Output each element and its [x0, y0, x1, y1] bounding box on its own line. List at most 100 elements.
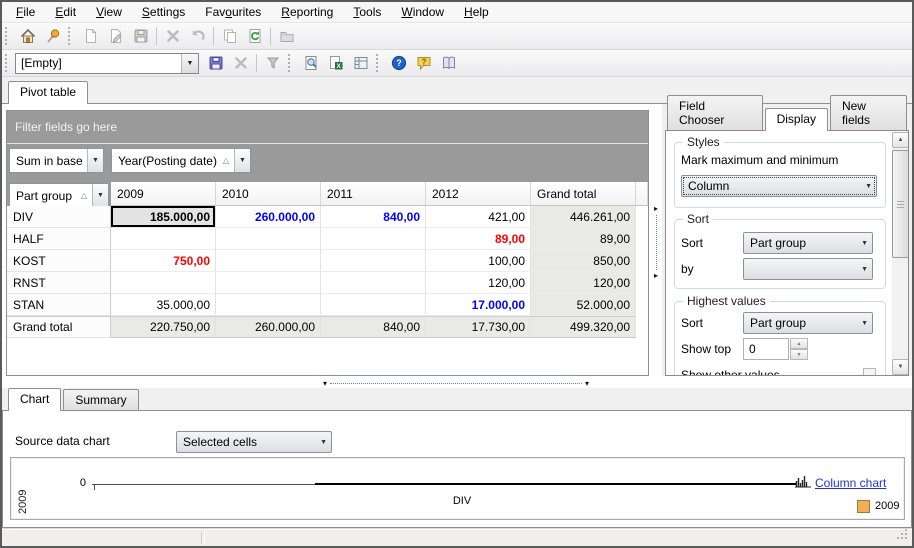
resize-grip[interactable] — [897, 529, 908, 543]
pivot-cell[interactable]: 750,00 — [111, 250, 216, 272]
copy-button[interactable] — [218, 25, 241, 48]
chevron-down-icon[interactable]: ▼ — [181, 53, 198, 73]
row-header-stan[interactable]: STAN — [7, 294, 111, 316]
pivot-cell[interactable]: 260.000,00 — [216, 206, 321, 228]
pivot-cell[interactable]: 52.000,00 — [531, 294, 636, 316]
spinner-down-icon[interactable]: ▼ — [790, 349, 808, 360]
vertical-splitter[interactable]: ▸ ▸ — [651, 205, 661, 280]
tab-summary[interactable]: Summary — [63, 389, 139, 410]
delete-layout-button[interactable] — [229, 52, 252, 75]
row-header-half[interactable]: HALF — [7, 228, 111, 250]
menu-item-file[interactable]: File — [6, 5, 45, 19]
chevron-down-icon[interactable]: ▼ — [87, 149, 103, 172]
export-excel-button[interactable]: X — [324, 52, 347, 75]
pivot-cell[interactable] — [111, 272, 216, 294]
pivot-cell[interactable] — [111, 228, 216, 250]
chevron-down-icon[interactable]: ▼ — [234, 149, 250, 172]
refresh-button[interactable] — [243, 25, 266, 48]
menu-item-edit[interactable]: Edit — [45, 5, 86, 19]
row-header-kost[interactable]: KOST — [7, 250, 111, 272]
pivot-options-button[interactable] — [349, 52, 372, 75]
toolbar-grip[interactable] — [68, 27, 75, 45]
pivot-cell[interactable]: 35.000,00 — [111, 294, 216, 316]
menu-item-view[interactable]: View — [86, 5, 132, 19]
chevron-right-icon[interactable]: ▸ — [654, 205, 658, 213]
chevron-down-icon[interactable]: ▾ — [323, 379, 327, 388]
pivot-cell[interactable]: 421,00 — [426, 206, 531, 228]
pivot-cell[interactable]: 17.730,00 — [426, 316, 531, 338]
column-header-2012[interactable]: 2012 — [426, 182, 531, 206]
chevron-down-icon[interactable]: ▾ — [585, 379, 589, 388]
edit-document-button[interactable] — [104, 25, 127, 48]
column-header-2010[interactable]: 2010 — [216, 182, 321, 206]
tab-pivot-table[interactable]: Pivot table — [8, 81, 89, 104]
pivot-cell[interactable]: 446.261,00 — [531, 206, 636, 228]
row-header-div[interactable]: DIV — [7, 206, 111, 228]
save-button[interactable] — [129, 25, 152, 48]
delete-button[interactable] — [161, 25, 184, 48]
pivot-cell[interactable] — [321, 294, 426, 316]
row-header-rnst[interactable]: RNST — [7, 272, 111, 294]
column-chart-link[interactable]: Column chart — [815, 476, 886, 490]
chevron-down-icon[interactable]: ▼ — [92, 184, 108, 207]
context-help-button[interactable]: ? — [412, 52, 435, 75]
save-layout-button[interactable] — [204, 52, 227, 75]
undo-button[interactable] — [186, 25, 209, 48]
new-document-button[interactable] — [79, 25, 102, 48]
spinner-up-icon[interactable]: ▲ — [790, 338, 808, 349]
row-field-button[interactable]: Part group △ ▼ — [9, 183, 109, 208]
toolbar-grip[interactable] — [288, 54, 295, 72]
tab-new-fields[interactable]: New fields — [829, 95, 907, 130]
show-top-value[interactable]: 0 — [743, 338, 789, 360]
tab-chart[interactable]: Chart — [8, 388, 62, 411]
show-other-values-checkbox[interactable] — [863, 368, 876, 375]
pivot-cell[interactable] — [321, 250, 426, 272]
pivot-cell[interactable]: 120,00 — [531, 272, 636, 294]
horizontal-splitter[interactable]: ▾ ▾ — [320, 379, 592, 388]
pivot-cell[interactable]: 17.000,00 — [426, 294, 531, 316]
column-header-2009[interactable]: 2009 — [111, 182, 216, 206]
toolbar-grip[interactable] — [5, 27, 12, 45]
pivot-cell[interactable] — [216, 272, 321, 294]
help-button[interactable]: ? — [387, 52, 410, 75]
tab-field-chooser[interactable]: Field Chooser — [667, 95, 763, 130]
pivot-cell-selected[interactable]: 185.000,00 — [111, 206, 216, 228]
pivot-cell[interactable]: 89,00 — [531, 228, 636, 250]
print-preview-button[interactable] — [299, 52, 322, 75]
pivot-cell[interactable]: 850,00 — [531, 250, 636, 272]
layout-combobox[interactable]: [Empty] ▼ — [15, 52, 199, 74]
row-header-grand-total[interactable]: Grand total — [7, 316, 111, 338]
source-data-combobox[interactable]: Selected cells ▼ — [176, 431, 332, 453]
home-button[interactable] — [16, 25, 39, 48]
pivot-cell[interactable]: 840,00 — [321, 316, 426, 338]
pivot-cell[interactable] — [321, 228, 426, 250]
data-field-button[interactable]: Sum in base cu ▼ — [9, 148, 104, 173]
column-chart-icon[interactable] — [794, 472, 812, 493]
pin-button[interactable] — [41, 25, 64, 48]
scroll-up-icon[interactable]: ▲ — [892, 132, 908, 148]
sort-by-combobox[interactable]: ▼ — [743, 258, 873, 280]
open-folder-button[interactable] — [275, 25, 298, 48]
tab-display[interactable]: Display — [764, 108, 828, 131]
panel-scrollbar[interactable]: ▲ ▼ — [892, 132, 908, 375]
highest-sort-combobox[interactable]: Part group ▼ — [743, 312, 873, 334]
column-field-button[interactable]: Year(Posting date) △ ▼ — [111, 148, 251, 173]
pivot-cell[interactable]: 499.320,00 — [531, 316, 636, 338]
filter-fields-area[interactable]: Filter fields go here — [7, 111, 648, 143]
manual-button[interactable] — [437, 52, 460, 75]
mark-max-min-combobox[interactable]: Column ▼ — [681, 175, 877, 197]
pivot-cell[interactable]: 260.000,00 — [216, 316, 321, 338]
pivot-cell[interactable] — [216, 250, 321, 272]
pivot-cell[interactable]: 840,00 — [321, 206, 426, 228]
menu-item-settings[interactable]: Settings — [132, 5, 195, 19]
toolbar-grip[interactable] — [376, 54, 383, 72]
pivot-cell[interactable] — [216, 228, 321, 250]
menu-item-help[interactable]: Help — [454, 5, 499, 19]
pivot-cell[interactable]: 89,00 — [426, 228, 531, 250]
sort-combobox[interactable]: Part group ▼ — [743, 232, 873, 254]
menu-item-window[interactable]: Window — [391, 5, 454, 19]
pivot-cell[interactable]: 220.750,00 — [111, 316, 216, 338]
chevron-right-icon[interactable]: ▸ — [654, 272, 658, 280]
show-top-spinner[interactable]: 0 ▲ ▼ — [743, 338, 808, 360]
menu-item-reporting[interactable]: Reporting — [271, 5, 343, 19]
